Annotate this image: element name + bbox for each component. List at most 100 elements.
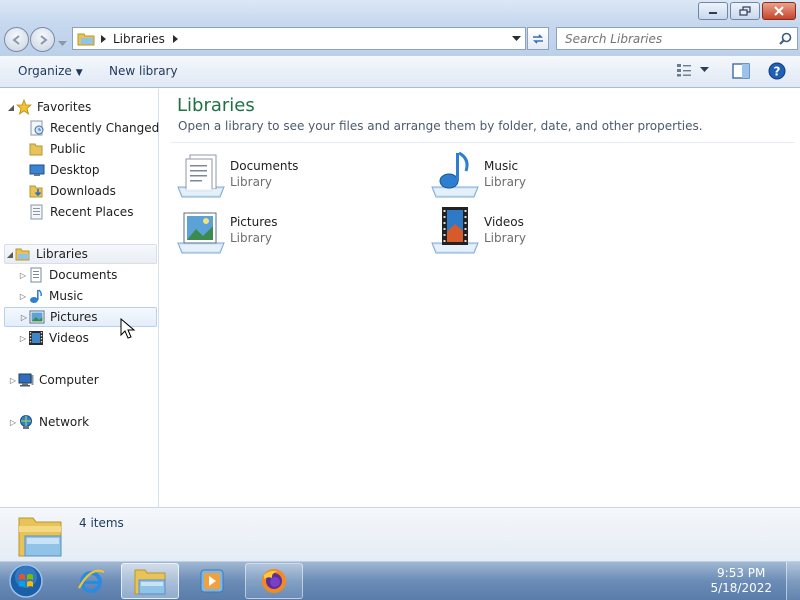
recent-places-icon (29, 204, 45, 220)
address-bar[interactable]: Libraries (72, 27, 526, 50)
star-icon (16, 99, 32, 115)
libraries-large-icon (18, 517, 62, 557)
minimize-icon (709, 12, 717, 14)
address-dropdown-icon[interactable] (512, 35, 521, 42)
nav-network[interactable]: ▷ Network (8, 412, 89, 432)
recent-pages-dropdown[interactable] (58, 36, 67, 50)
breadcrumb-separator-icon (101, 34, 106, 43)
forward-arrow-icon (39, 34, 48, 45)
expand-arrow-icon[interactable]: ▷ (18, 292, 28, 301)
svg-text:?: ? (774, 65, 781, 79)
library-name: Pictures (230, 215, 278, 229)
new-library-button[interactable]: New library (109, 64, 178, 78)
change-view-button[interactable] (676, 63, 709, 77)
nav-videos[interactable]: ▷ Videos (18, 328, 89, 348)
library-name: Documents (230, 159, 299, 173)
nav-desktop[interactable]: Desktop (29, 160, 100, 180)
library-name: Music (484, 159, 519, 173)
nav-label: Network (39, 415, 90, 429)
music-library-icon (431, 151, 479, 198)
expand-arrow-icon[interactable]: ▷ (19, 313, 29, 322)
library-item-videos[interactable]: Videos Library (430, 207, 670, 257)
library-item-pictures[interactable]: Pictures Library (176, 207, 416, 257)
collapse-arrow-icon[interactable]: ◢ (6, 103, 16, 112)
nav-label: Music (49, 289, 84, 303)
windows-orb-icon (9, 564, 43, 598)
expand-arrow-icon[interactable]: ▷ (18, 334, 28, 343)
organize-label: Organize (18, 64, 72, 78)
pictures-icon (29, 309, 45, 325)
clock-time: 9:53 PM (717, 566, 766, 580)
expand-arrow-icon[interactable]: ▷ (8, 418, 18, 427)
internet-explorer-icon (78, 569, 105, 593)
nav-computer[interactable]: ▷ Computer (8, 370, 99, 390)
nav-label: Computer (39, 373, 99, 387)
libraries-folder-icon (77, 33, 95, 45)
restore-icon (739, 6, 751, 16)
refresh-button[interactable] (527, 27, 549, 50)
divider (170, 142, 795, 143)
show-desktop-button[interactable] (786, 562, 800, 600)
nav-label: Recent Places (50, 205, 134, 219)
taskbar-internet-explorer[interactable] (62, 563, 120, 599)
start-button[interactable] (6, 563, 46, 599)
search-input[interactable] (557, 28, 779, 49)
nav-libraries[interactable]: ◢ Libraries (4, 244, 157, 264)
organize-button[interactable]: Organize ▼ (18, 64, 83, 78)
preview-pane-icon (732, 63, 750, 79)
music-note-icon (28, 288, 44, 304)
downloads-folder-icon (29, 183, 45, 199)
library-name: Videos (484, 215, 524, 229)
videos-icon (28, 330, 44, 346)
item-count: 4 items (79, 516, 124, 530)
expand-arrow-icon[interactable]: ▷ (8, 376, 18, 385)
breadcrumb-caret-icon[interactable] (172, 34, 179, 43)
view-details-icon (677, 64, 691, 77)
preview-pane-button[interactable] (732, 63, 750, 82)
nav-label: Documents (49, 268, 118, 282)
breadcrumb-libraries[interactable]: Libraries (113, 32, 165, 46)
collapse-arrow-icon[interactable]: ◢ (5, 250, 15, 259)
windows-explorer-icon (134, 569, 166, 595)
nav-recent-places[interactable]: Recent Places (29, 202, 133, 222)
forward-button[interactable] (30, 27, 55, 52)
taskbar-firefox[interactable] (245, 563, 303, 599)
network-icon (18, 414, 34, 430)
nav-label: Pictures (50, 310, 98, 324)
help-button[interactable]: ? (768, 62, 786, 83)
search-icon[interactable] (779, 32, 792, 45)
minimize-button[interactable] (698, 2, 728, 20)
library-type: Library (484, 175, 526, 189)
taskbar-windows-explorer[interactable] (121, 563, 179, 599)
pictures-library-icon (177, 212, 225, 254)
taskbar-media-player[interactable] (183, 563, 241, 599)
chevron-down-icon: ▼ (75, 68, 83, 78)
nav-recently-changed[interactable]: Recently Changed (29, 118, 159, 138)
search-box[interactable] (556, 27, 798, 50)
close-icon (774, 6, 784, 16)
nav-music[interactable]: ▷ Music (18, 286, 83, 306)
nav-label: Libraries (36, 247, 88, 261)
system-clock[interactable]: 9:53 PM 5/18/2022 (710, 566, 772, 596)
library-item-documents[interactable]: Documents Library (176, 151, 416, 201)
nav-downloads[interactable]: Downloads (29, 181, 116, 201)
nav-public[interactable]: Public (29, 139, 86, 159)
view-dropdown-icon (700, 67, 709, 72)
library-type: Library (484, 231, 526, 245)
nav-documents[interactable]: ▷ Documents (18, 265, 117, 285)
expand-arrow-icon[interactable]: ▷ (18, 271, 28, 280)
back-button[interactable] (4, 27, 29, 52)
nav-label: Desktop (50, 163, 100, 177)
nav-label: Recently Changed (50, 121, 160, 135)
title-bar (0, 0, 800, 24)
nav-label: Videos (49, 331, 89, 345)
close-button[interactable] (762, 2, 796, 20)
restore-button[interactable] (730, 2, 760, 20)
command-bar: Organize ▼ New library ? (0, 56, 800, 88)
details-pane: 4 items (0, 507, 800, 561)
nav-favorites[interactable]: ◢ Favorites (6, 97, 91, 117)
nav-label: Downloads (50, 184, 116, 198)
chevron-down-icon (58, 41, 67, 46)
mouse-cursor-icon (120, 318, 136, 339)
library-item-music[interactable]: Music Library (430, 151, 670, 201)
